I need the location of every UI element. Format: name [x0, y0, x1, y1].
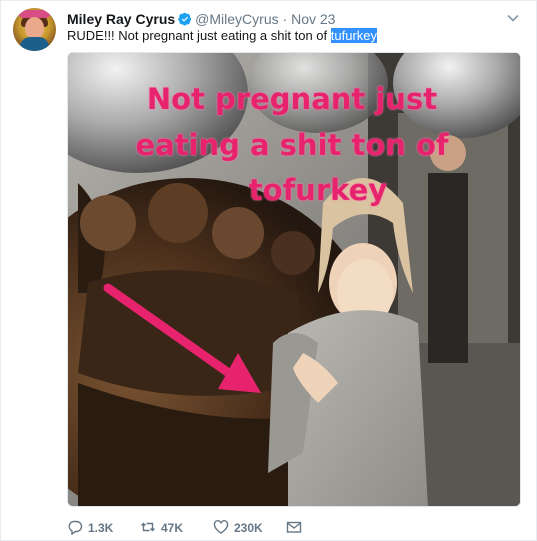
tweet-photo[interactable]: Not pregnant just eating a shit ton of t…: [67, 52, 521, 507]
heart-icon: [213, 519, 229, 534]
tweet-card[interactable]: Miley Ray Cyrus @MileyCyrus · Nov 23 RUDE…: [0, 0, 537, 541]
verified-badge-icon: [178, 12, 192, 26]
tweet-header: Miley Ray Cyrus @MileyCyrus · Nov 23: [67, 10, 335, 28]
author-handle[interactable]: @MileyCyrus: [195, 11, 278, 27]
photo-caption-line-1: Not pregnant just: [146, 82, 438, 116]
tweet-text-main: RUDE!!! Not pregnant just eating a shit …: [67, 28, 331, 43]
retweet-icon: [141, 522, 155, 532]
header-separator: ·: [282, 11, 288, 27]
reply-count: 1.3K: [88, 521, 114, 535]
photo-caption-line-2: eating a shit ton of: [135, 128, 449, 162]
photo-scene: [68, 53, 520, 506]
tweet-text-selected: tufurkey: [330, 28, 378, 43]
reply-icon: [68, 520, 83, 535]
author-name[interactable]: Miley Ray Cyrus: [67, 11, 175, 27]
avatar[interactable]: [13, 8, 56, 51]
photo-caption-line-3: tofurkey: [248, 173, 388, 207]
retweet-count: 47K: [161, 521, 184, 535]
avatar-body: [20, 37, 49, 51]
tweet-text: RUDE!!! Not pregnant just eating a shit …: [67, 27, 378, 45]
chevron-down-icon[interactable]: [506, 11, 520, 25]
tweet-date[interactable]: Nov 23: [291, 11, 335, 27]
like-count: 230K: [234, 521, 263, 535]
avatar-face: [25, 17, 44, 39]
envelope-icon: [286, 521, 302, 533]
